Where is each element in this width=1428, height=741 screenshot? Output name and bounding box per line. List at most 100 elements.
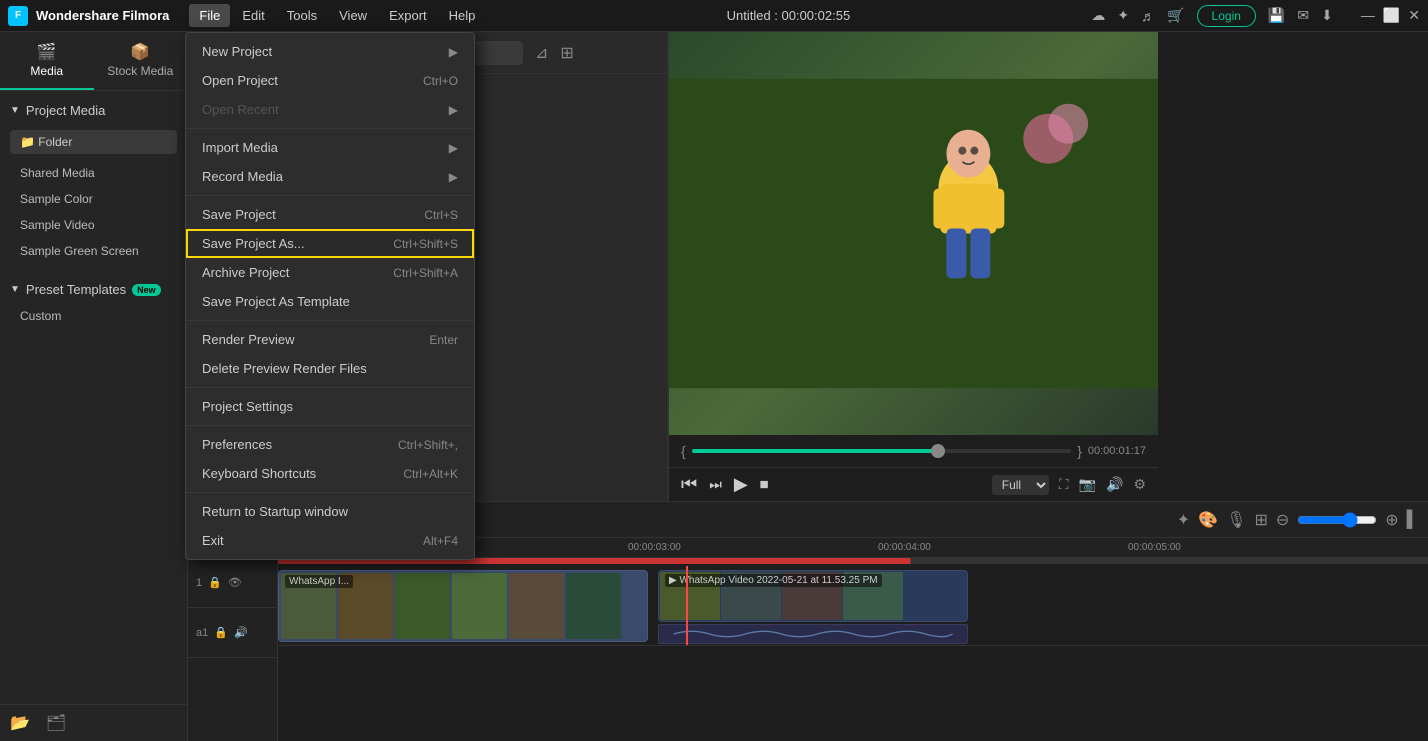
fullscreen-icon[interactable]: ⛶ — [1059, 476, 1069, 493]
menu-project-settings[interactable]: Project Settings — [186, 392, 474, 421]
menu-save-project-as[interactable]: Save Project As... Ctrl+Shift+S — [186, 229, 474, 258]
menu-return-startup[interactable]: Return to Startup window — [186, 497, 474, 526]
menu-edit[interactable]: Edit — [232, 4, 274, 27]
submenu-arrow-icon: ▶ — [449, 170, 458, 184]
preset-templates-header[interactable]: ▼ Preset Templates New — [0, 276, 187, 303]
download-icon[interactable]: ⬇ — [1321, 7, 1333, 24]
menu-open-project[interactable]: Open Project Ctrl+O — [186, 66, 474, 95]
sidebar-item-custom[interactable]: Custom — [0, 303, 187, 329]
preview-right-controls: Full 50% 75% ⛶ 📷 🔊 ⚙ — [992, 475, 1146, 495]
menu-save-as-template[interactable]: Save Project As Template — [186, 287, 474, 316]
sun-icon[interactable]: ✦ — [1117, 7, 1129, 24]
rewind-button[interactable]: ⏮ — [681, 474, 697, 495]
menu-keyboard-shortcuts[interactable]: Keyboard Shortcuts Ctrl+Alt+K — [186, 459, 474, 488]
minimize-button[interactable]: — — [1361, 7, 1375, 24]
audio-track-icon[interactable]: 🎙 — [1226, 510, 1246, 530]
project-title: Untitled : 00:00:02:55 — [485, 8, 1091, 23]
mail-icon[interactable]: ✉ — [1297, 7, 1309, 24]
project-media-section: ▼ Project Media 📁 Folder Shared Media Sa… — [0, 91, 187, 270]
menu-export[interactable]: Export — [379, 4, 437, 27]
timeline-content: 1 🔒 👁 a1 🔒 🔊 00:00:02:00 00:0 — [188, 538, 1428, 741]
progress-fill — [692, 449, 939, 453]
stop-button[interactable]: ⏹ — [760, 474, 769, 495]
menu-bar: File Edit Tools View Export Help — [189, 4, 485, 27]
menu-help[interactable]: Help — [439, 4, 486, 27]
menu-tools[interactable]: Tools — [277, 4, 327, 27]
menu-new-project[interactable]: New Project ▶ — [186, 37, 474, 66]
menu-group-import: Import Media ▶ Record Media ▶ — [186, 129, 474, 196]
tab-stock-media[interactable]: 📦 Stock Media — [94, 32, 188, 90]
color-icon[interactable]: 🎨 — [1198, 510, 1218, 530]
login-button[interactable]: Login — [1197, 5, 1256, 27]
sidebar-item-sample-color[interactable]: Sample Color — [0, 186, 187, 212]
video-progress-bar[interactable] — [692, 449, 1072, 453]
new-badge: New — [132, 284, 161, 296]
grid-view-icon[interactable]: ⊞ — [560, 43, 573, 63]
add-folder-icon[interactable]: 📂 — [10, 713, 30, 733]
eye-icon[interactable]: 👁 — [228, 576, 242, 589]
close-button[interactable]: ✕ — [1408, 7, 1420, 24]
insert-icon[interactable]: ⊞ — [1254, 510, 1267, 530]
audio-lock-icon[interactable]: 🔒 — [214, 626, 228, 639]
zoom-slider[interactable] — [1297, 512, 1377, 528]
play-button[interactable]: ▶ — [734, 474, 748, 495]
media-icon: 🎬 — [6, 42, 88, 62]
folder-button[interactable]: 📁 Folder — [10, 130, 177, 154]
menu-exit[interactable]: Exit Alt+F4 — [186, 526, 474, 555]
headset-icon[interactable]: ♬ — [1141, 8, 1155, 24]
app-icon: F — [8, 6, 28, 26]
menu-save-project[interactable]: Save Project Ctrl+S — [186, 200, 474, 229]
bracket-right-icon[interactable]: } — [1077, 443, 1082, 459]
audio-mute-icon[interactable]: 🔊 — [234, 626, 248, 639]
folder-icon: 📁 — [20, 135, 35, 149]
menu-preferences[interactable]: Preferences Ctrl+Shift+, — [186, 430, 474, 459]
settings-icon[interactable]: ⚙ — [1133, 476, 1146, 493]
menu-archive-project[interactable]: Archive Project Ctrl+Shift+A — [186, 258, 474, 287]
zoom-out-icon[interactable]: ⊖ — [1276, 510, 1289, 530]
cloud-icon[interactable]: ☁ — [1091, 7, 1105, 24]
bracket-left-icon[interactable]: { — [681, 443, 686, 459]
project-media-header[interactable]: ▼ Project Media — [0, 97, 187, 124]
sidebar-bottom-icons: 📂 🗂 — [0, 704, 187, 741]
file-menu-dropdown: New Project ▶ Open Project Ctrl+O Open R… — [185, 32, 475, 560]
audio-track-label: a1 🔒 🔊 — [188, 608, 277, 658]
menu-group-render: Render Preview Enter Delete Preview Rend… — [186, 321, 474, 388]
play-buttons: ⏮ ⏭ ▶ ⏹ — [681, 474, 769, 495]
menu-record-media[interactable]: Record Media ▶ — [186, 162, 474, 191]
preset-arrow-icon: ▼ — [10, 284, 20, 295]
sidebar-item-shared-media[interactable]: Shared Media — [0, 160, 187, 186]
filter-icon[interactable]: ⊿ — [535, 43, 548, 63]
step-back-button[interactable]: ⏭ — [709, 476, 722, 493]
audio-track-number: a1 — [196, 627, 208, 639]
timeline-track-labels: 1 🔒 👁 a1 🔒 🔊 — [188, 538, 278, 741]
submenu-arrow-icon: ▶ — [449, 141, 458, 155]
sidebar-toggle-icon[interactable]: ▌ — [1407, 511, 1418, 529]
folder-view-icon[interactable]: 🗂 — [46, 713, 66, 733]
expand-arrow-icon: ▼ — [10, 105, 20, 116]
save-icon[interactable]: 💾 — [1268, 7, 1285, 24]
tab-media[interactable]: 🎬 Media — [0, 32, 94, 90]
menu-file[interactable]: File — [189, 4, 230, 27]
sidebar-item-sample-video[interactable]: Sample Video — [0, 212, 187, 238]
menu-view[interactable]: View — [329, 4, 377, 27]
cart-icon[interactable]: 🛒 — [1167, 7, 1184, 24]
zoom-select[interactable]: Full 50% 75% — [992, 475, 1049, 495]
menu-group-settings: Project Settings — [186, 388, 474, 426]
menu-open-recent[interactable]: Open Recent ▶ — [186, 95, 474, 124]
sidebar-item-sample-green-screen[interactable]: Sample Green Screen — [0, 238, 187, 264]
progress-bar-container: { } 00:00:01:17 — [669, 435, 1158, 467]
fx-icon[interactable]: ✦ — [1177, 510, 1190, 530]
progress-handle[interactable] — [931, 444, 945, 458]
maximize-button[interactable]: ⬜ — [1383, 7, 1400, 24]
menu-group-save: Save Project Ctrl+S Save Project As... C… — [186, 196, 474, 321]
header-right-icons: ☁ ✦ ♬ 🛒 Login 💾 ✉ ⬇ — ⬜ ✕ — [1091, 5, 1420, 27]
audio-icon[interactable]: 🔊 — [1106, 476, 1123, 493]
menu-delete-preview[interactable]: Delete Preview Render Files — [186, 354, 474, 383]
zoom-in-icon[interactable]: ⊕ — [1385, 510, 1398, 530]
current-time-display: 00:00:01:17 — [1088, 445, 1146, 457]
submenu-arrow-icon: ▶ — [449, 103, 458, 117]
lock-icon[interactable]: 🔒 — [208, 576, 222, 589]
menu-import-media[interactable]: Import Media ▶ — [186, 133, 474, 162]
menu-render-preview[interactable]: Render Preview Enter — [186, 325, 474, 354]
screenshot-icon[interactable]: 📷 — [1079, 476, 1096, 493]
